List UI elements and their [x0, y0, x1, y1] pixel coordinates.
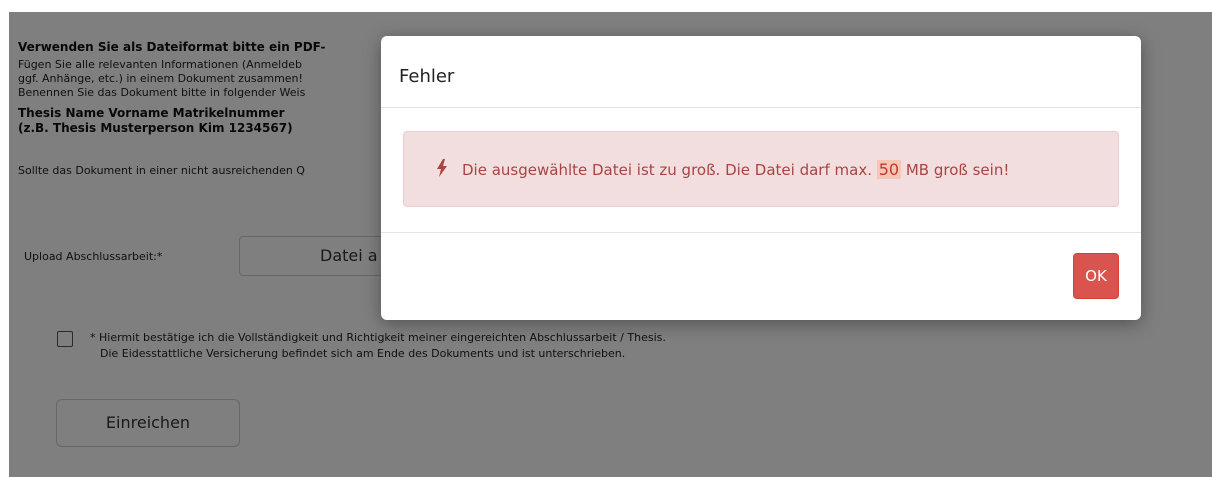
dialog-header: Fehler: [381, 36, 1141, 108]
error-message-text: Die ausgewählte Datei ist zu groß. Die D…: [462, 160, 877, 179]
bolt-icon: [436, 159, 448, 177]
error-message-unit: MB groß sein!: [901, 160, 1010, 179]
dialog-body: Die ausgewählte Datei ist zu groß. Die D…: [381, 108, 1141, 233]
error-dialog: Fehler Die ausgewählte Datei ist zu groß…: [381, 36, 1141, 320]
dialog-footer: OK: [381, 233, 1141, 320]
dialog-title: Fehler: [399, 66, 455, 87]
error-message: Die ausgewählte Datei ist zu groß. Die D…: [462, 159, 1010, 179]
ok-button[interactable]: OK: [1073, 253, 1119, 299]
max-size-value: 50: [876, 159, 902, 179]
error-alert: Die ausgewählte Datei ist zu groß. Die D…: [403, 131, 1119, 207]
